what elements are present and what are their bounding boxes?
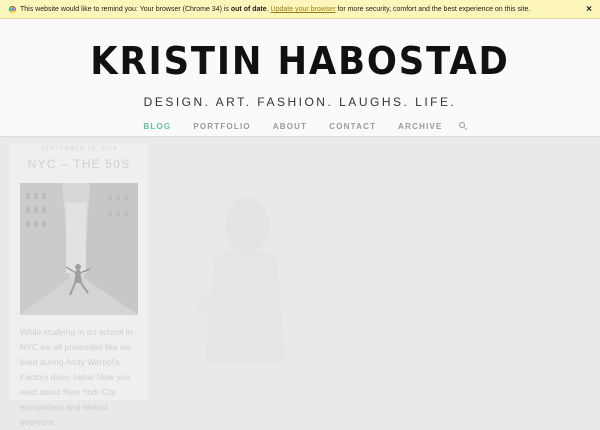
search-icon[interactable] [458,121,468,131]
browser-update-bar: This website would like to remind you: Y… [0,0,600,19]
nav-item-contact[interactable]: CONTACT [318,122,387,131]
post-date: SEPTEMBER 25, 2014 [40,146,118,152]
main-content: SEPTEMBER 25, 2014 NYC – THE 50S While s… [0,137,600,427]
background-figure-image [195,197,285,362]
nav-item-portfolio[interactable]: PORTFOLIO [182,122,261,131]
nyc-street-photo [20,183,138,315]
chrome-icon [9,5,16,13]
site-tagline: DESIGN. ART. FASHION. LAUGHS. LIFE. [143,95,457,109]
update-bar-text-before: This website would like to remind you: Y… [20,6,231,13]
post-image[interactable] [20,183,138,315]
post-card[interactable]: SEPTEMBER 25, 2014 NYC – THE 50S While s… [10,143,148,427]
update-browser-link[interactable]: Update your browser [271,6,336,13]
close-icon[interactable]: × [586,0,592,19]
post-excerpt: While studying in art school in NYC we a… [20,327,133,427]
site-header: KRISTIN HABOSTAD DESIGN. ART. FASHION. L… [0,19,600,137]
nav-item-blog[interactable]: BLOG [132,122,182,131]
nav-item-about[interactable]: ABOUT [262,122,318,131]
main-nav: BLOG PORTFOLIO ABOUT CONTACT ARCHIVE [0,121,600,131]
post-title[interactable]: NYC – THE 50S [10,157,148,171]
site-title[interactable]: KRISTIN HABOSTAD [21,39,579,83]
update-bar-text-after: for more security, comfort and the best … [335,6,531,13]
update-bar-bold-text: out of date [230,6,267,13]
nav-item-archive[interactable]: ARCHIVE [387,122,453,131]
